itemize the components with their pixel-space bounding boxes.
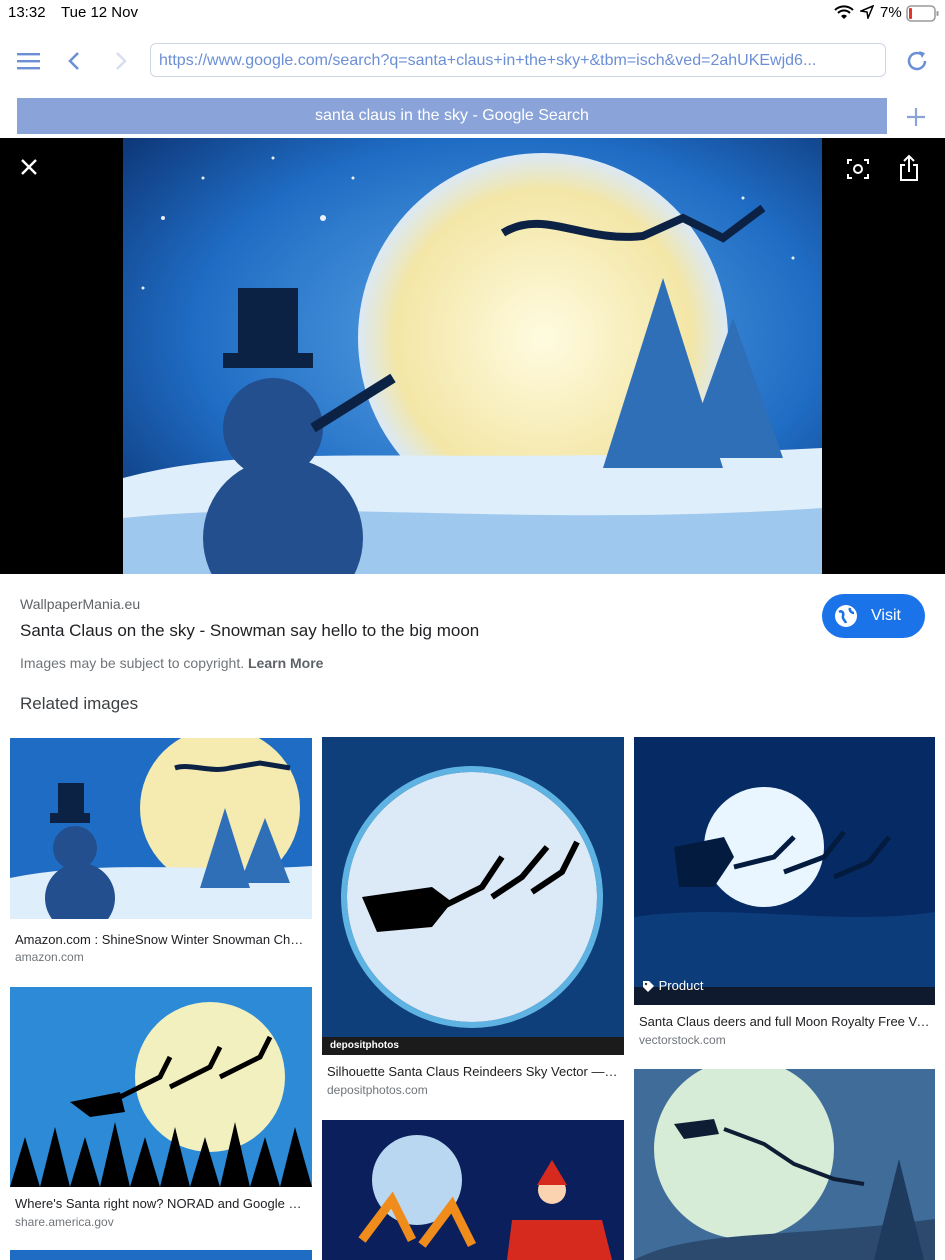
depositphotos-watermark: depositphotos [330, 1040, 399, 1051]
back-icon[interactable] [67, 51, 81, 71]
related-image-3-picture [634, 737, 935, 1005]
copyright-notice: Images may be subject to copyright. Lear… [20, 655, 323, 671]
hero-image[interactable] [123, 138, 822, 574]
globe-icon [835, 605, 857, 627]
related-caption-2[interactable]: Silhouette Santa Claus Reindeers Sky Vec… [327, 1064, 619, 1079]
close-icon[interactable] [18, 156, 40, 178]
related-image-6[interactable] [634, 1069, 935, 1260]
related-caption-3[interactable]: Santa Claus deers and full Moon Royalty … [639, 1014, 931, 1029]
share-icon[interactable] [898, 154, 920, 182]
related-image-4[interactable] [10, 987, 312, 1187]
new-tab-icon[interactable] [905, 106, 927, 128]
related-image-2[interactable]: depositphotos [322, 737, 624, 1055]
location-icon [860, 5, 874, 19]
visit-label: Visit [871, 607, 901, 624]
related-caption-4[interactable]: Where's Santa right now? NORAD and Googl… [15, 1196, 307, 1211]
result-title[interactable]: Santa Claus on the sky - Snowman say hel… [20, 621, 479, 641]
tab-active[interactable]: santa claus in the sky - Google Search [17, 98, 887, 134]
reload-icon[interactable] [905, 49, 929, 73]
tag-icon [643, 981, 654, 992]
copyright-text: Images may be subject to copyright. [20, 655, 245, 671]
url-text: https://www.google.com/search?q=santa+cl… [159, 52, 817, 69]
status-bar: 13:32 Tue 12 Nov 7% [0, 0, 945, 28]
wifi-icon [834, 5, 854, 19]
related-heading: Related images [20, 694, 139, 713]
related-domain-3: vectorstock.com [639, 1033, 726, 1047]
related-image-4-picture [10, 987, 312, 1187]
related-image-1[interactable] [10, 738, 312, 919]
related-image-6-picture [634, 1069, 935, 1260]
related-domain-1: amazon.com [15, 950, 84, 964]
visit-button[interactable]: Visit [822, 594, 925, 638]
related-image-5[interactable] [322, 1120, 624, 1260]
related-image-1-picture [10, 738, 312, 919]
battery-icon [906, 5, 939, 22]
product-badge: Product [642, 978, 703, 993]
forward-icon[interactable] [114, 51, 128, 71]
related-caption-1[interactable]: Amazon.com : ShineSnow Winter Snowman Ch… [15, 932, 307, 947]
status-date: Tue 12 Nov [61, 4, 138, 21]
battery-percent: 7% [880, 4, 902, 21]
lens-icon[interactable] [846, 157, 870, 181]
related-image-7[interactable] [10, 1250, 312, 1260]
tab-title: santa claus in the sky - Google Search [315, 107, 589, 124]
related-image-3[interactable]: Product [634, 737, 935, 1005]
menu-icon[interactable] [17, 52, 41, 70]
related-domain-2: depositphotos.com [327, 1083, 428, 1097]
related-image-5-picture [322, 1120, 624, 1260]
status-time: 13:32 [8, 4, 46, 21]
result-source[interactable]: WallpaperMania.eu [20, 596, 140, 612]
url-bar[interactable]: https://www.google.com/search?q=santa+cl… [150, 43, 886, 77]
learn-more-link[interactable]: Learn More [248, 655, 323, 671]
related-image-2-picture [322, 737, 624, 1055]
related-domain-4: share.america.gov [15, 1215, 114, 1229]
product-badge-label: Product [658, 977, 704, 993]
